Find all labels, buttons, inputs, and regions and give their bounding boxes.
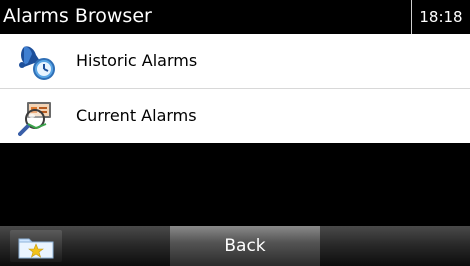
folder-star-icon	[18, 238, 54, 259]
clock: 18:18	[411, 0, 470, 34]
bell-clock-icon	[19, 46, 55, 80]
menu-item-current-alarms[interactable]: Current Alarms	[0, 89, 470, 143]
empty-area	[0, 143, 470, 226]
bottom-toolbar: Back	[0, 226, 470, 266]
menu-item-label: Historic Alarms	[76, 51, 198, 70]
title-bar: Alarms Browser 18:18	[0, 0, 470, 34]
back-button[interactable]: Back	[170, 226, 320, 266]
favorites-button[interactable]	[10, 230, 62, 262]
alarms-menu-list: Historic Alarms Current Alarms	[0, 34, 470, 143]
menu-item-label: Current Alarms	[76, 106, 197, 125]
menu-item-historic-alarms[interactable]: Historic Alarms	[0, 34, 470, 89]
alarm-search-icon	[18, 102, 51, 136]
page-title: Alarms Browser	[3, 5, 152, 27]
